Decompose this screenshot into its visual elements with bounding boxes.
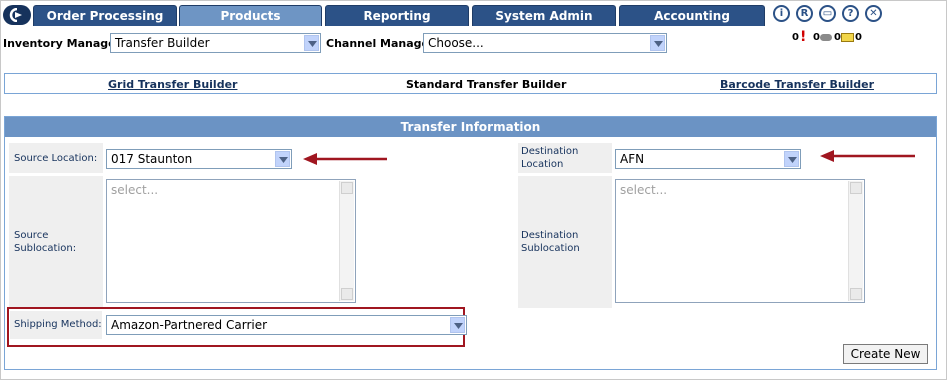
messages-count-2: 0 [855, 32, 862, 43]
grid-transfer-builder-link[interactable]: Grid Transfer Builder [108, 78, 237, 91]
inventory-managers-value: Transfer Builder [115, 36, 210, 50]
create-new-button[interactable]: Create New [843, 344, 928, 364]
save-icon[interactable]: ▭ [819, 5, 836, 22]
chevron-down-icon[interactable] [650, 35, 665, 51]
source-location-value: 017 Staunton [111, 152, 193, 166]
tab-order-processing[interactable]: Order Processing [33, 5, 177, 26]
scrollbar[interactable] [339, 181, 354, 301]
chevron-down-icon[interactable] [784, 151, 799, 167]
messages-count: 0 [834, 32, 841, 43]
tab-accounting[interactable]: Accounting [619, 5, 765, 26]
transfer-information-panel: Transfer Information Source Location: 01… [4, 116, 937, 370]
close-icon[interactable]: ✕ [865, 5, 882, 22]
source-sublocation-placeholder: select... [111, 183, 159, 197]
inventory-managers-select[interactable]: Transfer Builder [110, 33, 321, 53]
channel-managers-select[interactable]: Choose... [423, 33, 667, 53]
tab-products[interactable]: Products [179, 5, 322, 26]
panel-title: Transfer Information [5, 117, 936, 137]
annotation-arrow-left [303, 153, 387, 165]
tab-system-admin[interactable]: System Admin [472, 5, 616, 26]
info-icon[interactable]: i [773, 5, 790, 22]
chevron-down-icon[interactable] [304, 35, 319, 51]
standard-transfer-builder-label: Standard Transfer Builder [406, 78, 567, 91]
alerts-count: 0 [792, 32, 799, 43]
scroll-up-icon[interactable] [850, 182, 862, 194]
chevron-down-icon[interactable] [450, 317, 465, 333]
destination-sublocation-placeholder: select... [620, 183, 668, 197]
source-location-label: Source Location: [9, 143, 103, 173]
source-sublocation-list[interactable]: select... [106, 179, 356, 303]
destination-sublocation-list[interactable]: select... [615, 179, 865, 303]
scroll-up-icon[interactable] [341, 182, 353, 194]
shipping-method-label: Shipping Method: [10, 311, 102, 339]
destination-location-value: AFN [620, 152, 645, 166]
destination-location-label: Destination Location [518, 143, 612, 173]
scroll-down-icon[interactable] [341, 288, 353, 300]
chevron-down-icon[interactable] [275, 151, 290, 167]
help-icon[interactable]: ? [842, 5, 859, 22]
comments-count: 0 [813, 32, 820, 43]
scrollbar[interactable] [848, 181, 863, 301]
barcode-transfer-builder-link[interactable]: Barcode Transfer Builder [720, 78, 874, 91]
channel-managers-value: Choose... [428, 36, 484, 50]
home-logo-icon[interactable] [3, 5, 31, 25]
registered-icon[interactable]: R [796, 5, 813, 22]
mail-icon[interactable] [841, 33, 854, 42]
annotation-arrow-right [820, 150, 915, 162]
shipping-method-value: Amazon-Partnered Carrier [111, 318, 268, 332]
source-sublocation-label: Source Sublocation: [9, 176, 103, 308]
tab-reporting[interactable]: Reporting [325, 5, 469, 26]
source-location-select[interactable]: 017 Staunton [106, 149, 292, 169]
destination-sublocation-label: Destination Sublocation [518, 176, 612, 308]
shipping-method-select[interactable]: Amazon-Partnered Carrier [106, 315, 467, 335]
transfer-builder-subnav: Grid Transfer Builder Standard Transfer … [4, 73, 937, 94]
scroll-down-icon[interactable] [850, 288, 862, 300]
comment-icon[interactable] [820, 34, 832, 41]
destination-location-select[interactable]: AFN [615, 149, 801, 169]
alert-icon[interactable]: ! [800, 29, 806, 45]
